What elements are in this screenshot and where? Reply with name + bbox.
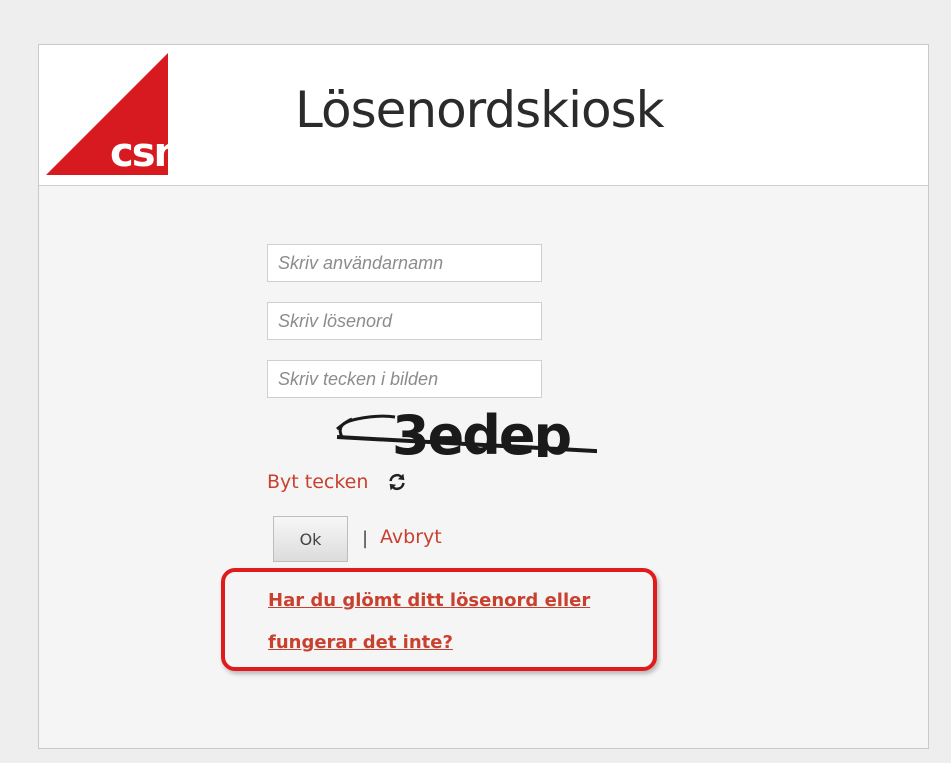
- csn-logo: csn: [46, 53, 168, 175]
- username-input[interactable]: [267, 244, 542, 282]
- svg-text:csn: csn: [110, 130, 168, 175]
- password-input[interactable]: [267, 302, 542, 340]
- captcha-image: 3edep: [336, 404, 597, 457]
- change-characters-link[interactable]: Byt tecken: [267, 471, 368, 493]
- refresh-row: Byt tecken: [267, 468, 408, 496]
- page-title: Lösenordskiosk: [295, 81, 665, 139]
- header: csn Lösenordskiosk: [39, 45, 928, 186]
- refresh-icon[interactable]: [386, 471, 408, 493]
- cancel-link[interactable]: Avbryt: [380, 526, 442, 548]
- separator: |: [362, 528, 369, 549]
- forgot-password-link[interactable]: Har du glömt ditt lösenord eller fungera…: [268, 580, 648, 664]
- ok-button[interactable]: Ok: [273, 516, 348, 562]
